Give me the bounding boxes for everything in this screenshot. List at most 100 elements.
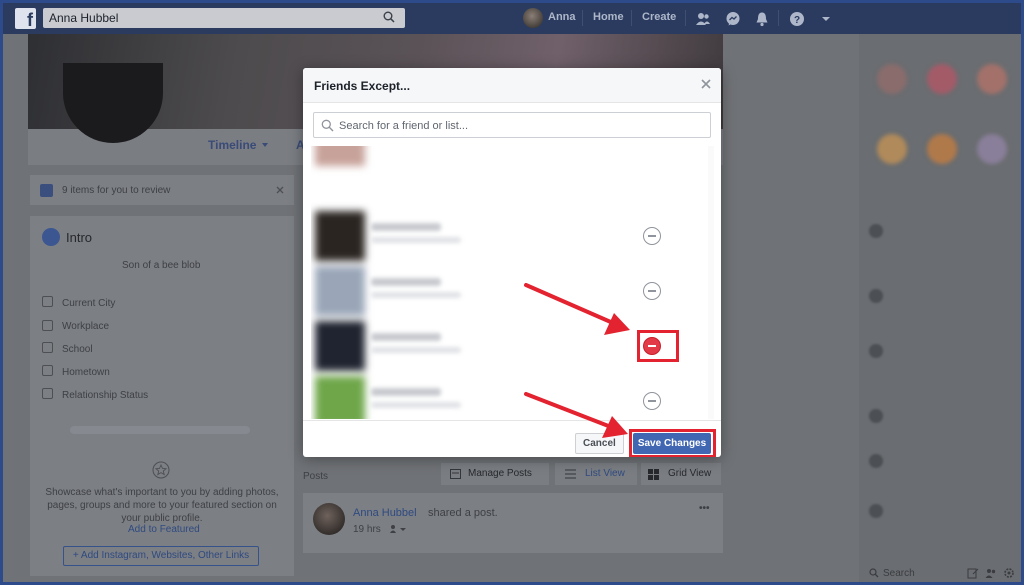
close-icon[interactable] <box>276 186 284 194</box>
remove-friend-button[interactable] <box>643 227 661 245</box>
friend-photo <box>315 211 365 261</box>
grid-icon <box>648 469 659 480</box>
posts-toolbar: Posts Manage Posts List View Grid View <box>303 463 723 491</box>
new-group-icon[interactable] <box>985 567 997 579</box>
blurred-contact <box>869 409 883 423</box>
intro-card: Intro Son of a bee blob Current City Wor… <box>30 216 294 576</box>
post-more-button[interactable]: ••• <box>699 503 710 514</box>
heart-icon <box>42 388 53 399</box>
global-search-value: Anna Hubbel <box>49 11 119 25</box>
user-avatar[interactable] <box>523 8 543 28</box>
friend-name-redacted <box>371 333 441 341</box>
location-pin-icon <box>42 365 53 376</box>
save-button-annotation-box <box>629 429 716 457</box>
friend-name-redacted <box>371 388 441 396</box>
blurred-button <box>70 426 250 434</box>
search-icon[interactable] <box>869 568 879 578</box>
intro-bio: Son of a bee blob <box>122 260 201 271</box>
friend-photo <box>315 321 365 371</box>
blurred-thumbnail <box>977 64 1007 94</box>
friend-detail-redacted <box>371 402 461 408</box>
post-author-avatar[interactable] <box>313 503 345 535</box>
blurred-thumbnail <box>927 134 957 164</box>
friend-search-field[interactable] <box>313 112 711 138</box>
manage-posts-label: Manage Posts <box>468 468 532 479</box>
friend-row[interactable] <box>311 319 713 374</box>
global-search-input[interactable]: Anna Hubbel <box>43 8 405 28</box>
help-icon[interactable]: ? <box>789 11 805 27</box>
chat-search-input[interactable]: Search <box>883 568 915 579</box>
notifications-icon[interactable] <box>754 11 770 27</box>
close-icon[interactable] <box>699 77 713 91</box>
grid-view-button[interactable]: Grid View <box>641 463 721 485</box>
remove-button-annotation-box <box>637 330 679 362</box>
intro-row-school[interactable]: School <box>62 344 93 355</box>
briefcase-icon <box>42 320 53 331</box>
chevron-down-icon[interactable] <box>818 11 834 27</box>
nav-divider <box>582 10 583 26</box>
featured-description: Showcase what's important to you by addi… <box>45 487 279 524</box>
friends-except-dialog: Friends Except... Search for a friend or… <box>303 68 721 457</box>
gear-icon[interactable] <box>1003 567 1015 579</box>
intro-row-workplace[interactable]: Workplace <box>62 321 109 332</box>
blurred-thumbnail <box>977 134 1007 164</box>
intro-row-hometown[interactable]: Hometown <box>62 367 110 378</box>
review-star-icon <box>40 184 53 197</box>
friend-requests-icon[interactable] <box>695 11 711 27</box>
blurred-contact <box>869 224 883 238</box>
manage-icon <box>450 469 461 479</box>
chevron-down-icon[interactable] <box>261 141 269 149</box>
post-author-name[interactable]: Anna Hubbel <box>353 507 417 519</box>
remove-friend-button[interactable] <box>643 282 661 300</box>
globe-icon <box>42 228 60 246</box>
blurred-contact <box>869 454 883 468</box>
manage-posts-button[interactable]: Manage Posts <box>441 463 549 485</box>
timeline-tab[interactable]: Timeline <box>208 138 256 152</box>
friend-photo <box>315 146 365 166</box>
friend-search-input[interactable] <box>339 117 699 135</box>
friend-photo <box>315 266 365 316</box>
grid-view-label: Grid View <box>668 468 712 479</box>
friend-row[interactable] <box>311 264 713 319</box>
intro-row-relationship[interactable]: Relationship Status <box>62 390 148 401</box>
right-sidebar: Search <box>859 34 1021 582</box>
nav-divider <box>685 10 686 26</box>
profile-link[interactable]: Anna <box>548 11 576 23</box>
friend-list <box>311 146 713 419</box>
list-view-button[interactable]: List View <box>555 463 637 485</box>
messenger-icon[interactable] <box>725 11 741 27</box>
blurred-thumbnail <box>927 64 957 94</box>
friend-detail-redacted <box>371 237 461 243</box>
post-timestamp[interactable]: 19 hrs <box>353 524 381 535</box>
blurred-thumbnail <box>877 134 907 164</box>
city-icon <box>42 296 53 307</box>
top-navigation-bar: f Anna Hubbel Anna Home Create ? <box>3 3 1021 34</box>
friend-row[interactable] <box>311 146 713 169</box>
remove-friend-button[interactable] <box>643 392 661 410</box>
post-card: Anna Hubbel shared a post. 19 hrs ••• <box>303 493 723 553</box>
friend-row[interactable] <box>311 209 713 264</box>
intro-row-current-city[interactable]: Current City <box>62 298 115 309</box>
review-notice[interactable]: 9 items for you to review <box>30 175 294 205</box>
audience-icon[interactable] <box>389 524 407 534</box>
posts-label: Posts <box>303 471 329 482</box>
home-link[interactable]: Home <box>593 11 624 23</box>
facebook-logo[interactable]: f <box>15 8 36 29</box>
blurred-contact <box>869 504 883 518</box>
add-links-button[interactable]: + Add Instagram, Websites, Other Links <box>63 546 259 566</box>
cancel-button[interactable]: Cancel <box>575 433 624 454</box>
intro-title: Intro <box>66 230 93 245</box>
friend-photo <box>315 376 365 419</box>
blurred-thumbnail <box>877 64 907 94</box>
friend-list-scrollbar[interactable] <box>708 146 714 419</box>
compose-icon[interactable] <box>967 567 979 579</box>
friend-row[interactable] <box>311 374 713 419</box>
add-to-featured-link[interactable]: Add to Featured <box>128 524 200 535</box>
search-icon[interactable] <box>383 11 395 23</box>
create-link[interactable]: Create <box>642 11 676 23</box>
blurred-contact <box>869 344 883 358</box>
school-icon <box>42 342 53 353</box>
dialog-footer: Cancel Save Changes <box>303 420 721 457</box>
screenshot-frame: f Anna Hubbel Anna Home Create ? Timelin… <box>3 3 1021 582</box>
list-view-label: List View <box>585 468 625 479</box>
